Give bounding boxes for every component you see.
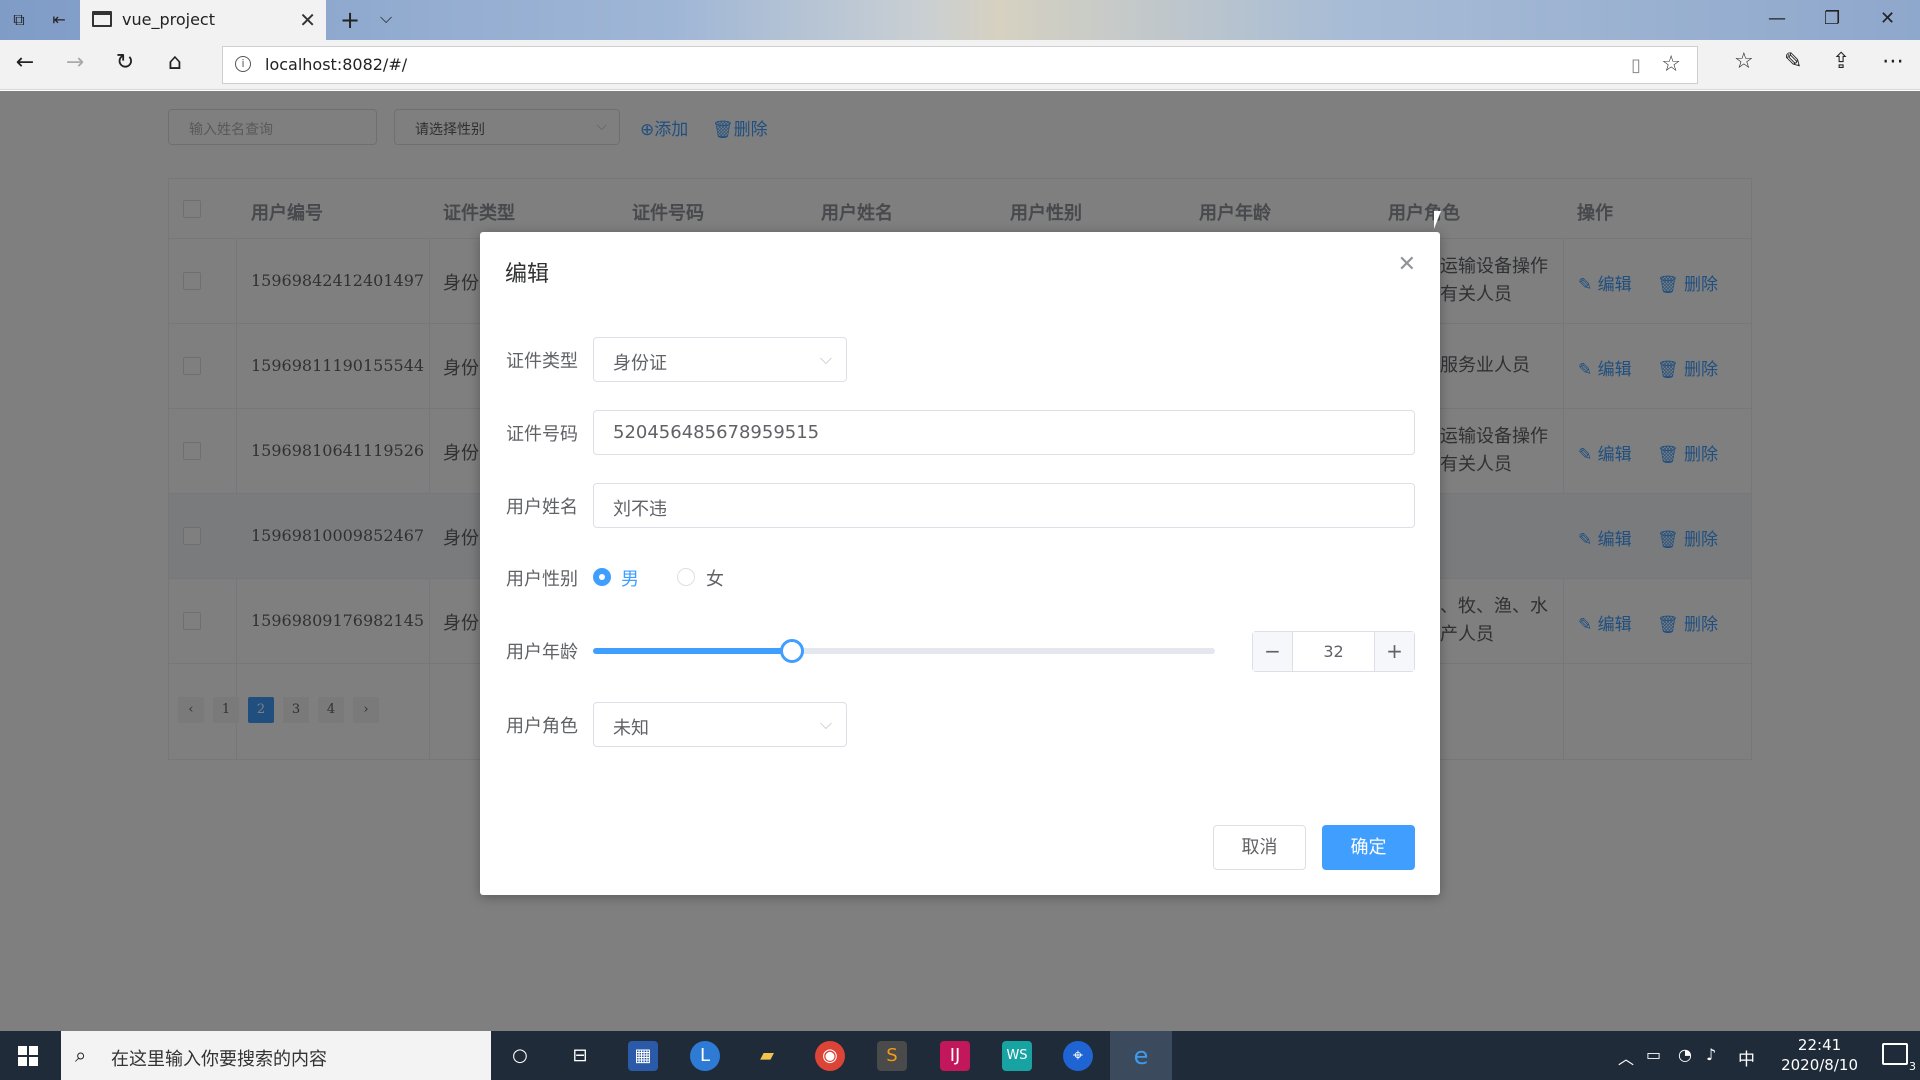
windows-start-icon[interactable] (18, 1046, 38, 1066)
user-name-label: 用户姓名 (506, 497, 578, 518)
forward-icon[interactable]: → (60, 50, 90, 75)
file-explorer-icon[interactable]: ▰ (752, 1041, 782, 1071)
app-l-icon[interactable]: L (690, 1041, 720, 1071)
age-slider-fill (593, 648, 793, 654)
reading-view-icon[interactable]: ▯ (1631, 55, 1641, 76)
edge-icon: e (1133, 1042, 1149, 1070)
gender-female-label[interactable]: 女 (706, 565, 724, 591)
url-text: localhost:8082/#/ (265, 55, 408, 74)
tab-actions-icon[interactable]: ⧉ (8, 10, 30, 30)
intellij-icon[interactable]: IJ (940, 1041, 970, 1071)
set-aside-tabs-icon[interactable]: ⇤ (48, 10, 70, 30)
gender-male-label[interactable]: 男 (621, 565, 639, 591)
back-icon[interactable]: ← (10, 50, 40, 75)
minimize-icon[interactable]: — (1768, 8, 1786, 29)
edge-taskbar-active[interactable]: e (1110, 1031, 1172, 1080)
age-stepper-value[interactable]: 32 (1293, 642, 1374, 661)
share-icon[interactable]: ⇪ (1832, 49, 1850, 74)
url-field[interactable]: i localhost:8082/#/ ▯ ☆ (222, 46, 1698, 84)
tray-overflow-icon[interactable]: ︿ (1618, 1045, 1634, 1069)
webstorm-icon[interactable]: WS (1002, 1041, 1032, 1071)
ime-indicator[interactable]: 中 (1738, 1045, 1755, 1070)
user-role-label: 用户角色 (506, 716, 578, 737)
system-clock[interactable]: 22:41 2020/8/10 (1781, 1035, 1858, 1075)
clock-date: 2020/8/10 (1781, 1056, 1858, 1074)
id-type-select[interactable]: 身份证 ⌵ (593, 337, 847, 382)
new-tab-icon[interactable]: + (340, 6, 360, 34)
tab-title: vue_project (122, 10, 215, 29)
chrome-icon[interactable]: ◉ (815, 1041, 845, 1071)
sublime-icon[interactable]: S (877, 1041, 907, 1071)
id-number-label: 证件号码 (506, 424, 578, 445)
id-type-label: 证件类型 (506, 351, 578, 372)
battery-icon[interactable]: ▭ (1646, 1045, 1661, 1064)
page-icon (92, 11, 112, 27)
task-view-icon[interactable]: ⊟ (565, 1041, 595, 1071)
user-role-value: 未知 (613, 718, 649, 739)
address-bar-row: ← → ↻ ⌂ i localhost:8082/#/ ▯ ☆ ☆ ✎ ⇪ ⋯ (0, 40, 1920, 90)
close-window-icon[interactable]: ✕ (1880, 8, 1895, 29)
tab-list-chevron-icon[interactable]: ⌵ (380, 8, 392, 28)
chevron-down-icon: ⌵ (819, 714, 832, 733)
gender-label: 用户性别 (506, 569, 578, 590)
action-center-icon[interactable]: 3 (1882, 1043, 1916, 1073)
id-type-value: 身份证 (613, 353, 667, 374)
age-slider-handle[interactable] (780, 639, 805, 663)
mouse-cursor (1434, 211, 1448, 229)
user-role-select[interactable]: 未知 ⌵ (593, 702, 847, 747)
browser-tab-strip: ⧉ ⇤ vue_project ✕ + ⌵ — ❐ ✕ (0, 0, 1920, 40)
clock-time: 22:41 (1797, 1036, 1842, 1054)
confirm-button[interactable]: 确定 (1322, 825, 1415, 870)
close-tab-icon[interactable]: ✕ (299, 8, 316, 32)
restore-icon[interactable]: ❐ (1824, 8, 1840, 29)
notification-count: 3 (1909, 1060, 1916, 1073)
user-name-value: 刘不违 (613, 499, 667, 520)
network-icon[interactable]: ◔ (1678, 1045, 1692, 1064)
home-icon[interactable]: ⌂ (160, 50, 190, 75)
age-slider[interactable] (593, 639, 1215, 663)
refresh-icon[interactable]: ↻ (110, 50, 140, 75)
windows-taskbar: ⌕ 在这里输入你要搜索的内容 ○ ⊟ ▦ L ▰ ◉ S IJ WS ⌖ e ︿… (0, 1031, 1920, 1080)
more-icon[interactable]: ⋯ (1882, 49, 1904, 74)
chevron-down-icon: ⌵ (819, 349, 832, 368)
browser-tab[interactable]: vue_project ✕ (80, 0, 326, 40)
user-name-input[interactable]: 刘不违 (593, 483, 1415, 528)
gender-male-radio[interactable] (593, 568, 611, 586)
close-icon[interactable]: ✕ (1398, 252, 1416, 277)
search-icon: ⌕ (75, 1043, 87, 1067)
age-stepper: − 32 + (1252, 631, 1415, 672)
age-increment-button[interactable]: + (1374, 632, 1414, 671)
age-label: 用户年龄 (506, 642, 578, 663)
id-number-value: 520456485678959515 (613, 422, 820, 443)
maps-icon[interactable]: ⌖ (1063, 1041, 1093, 1071)
favorites-list-icon[interactable]: ☆ (1734, 49, 1754, 74)
volume-icon[interactable]: ♪ (1706, 1045, 1716, 1064)
cortana-icon[interactable]: ○ (505, 1041, 535, 1071)
dialog-title: 编辑 (505, 262, 550, 287)
id-number-input[interactable]: 520456485678959515 (593, 410, 1415, 455)
taskbar-search-box[interactable]: ⌕ 在这里输入你要搜索的内容 (61, 1031, 491, 1080)
gender-female-radio[interactable] (677, 568, 695, 586)
cancel-button[interactable]: 取消 (1213, 825, 1306, 870)
site-info-icon[interactable]: i (235, 56, 251, 72)
pen-icon[interactable]: ✎ (1784, 49, 1802, 74)
edit-dialog: 编辑 ✕ 证件类型 身份证 ⌵ 证件号码 520456485678959515 … (480, 232, 1440, 895)
age-decrement-button[interactable]: − (1253, 632, 1293, 671)
store-icon[interactable]: ▦ (628, 1041, 658, 1071)
taskbar-search-placeholder: 在这里输入你要搜索的内容 (111, 1049, 327, 1070)
favorite-star-icon[interactable]: ☆ (1661, 52, 1681, 77)
